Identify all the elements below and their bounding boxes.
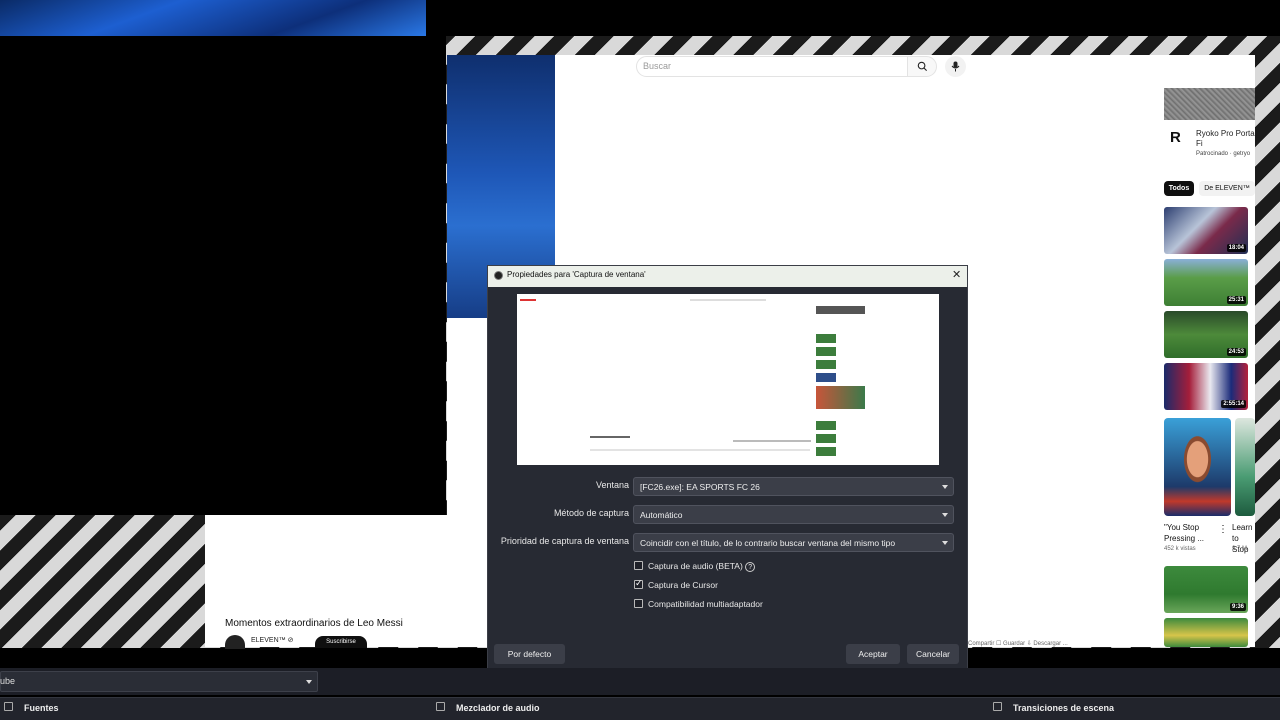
multiadapter-checkbox[interactable] bbox=[634, 599, 643, 608]
accept-button[interactable]: Aceptar bbox=[846, 644, 900, 664]
preview-thumb bbox=[816, 434, 836, 443]
chip-eleven[interactable]: De ELEVEN™ bbox=[1199, 181, 1255, 196]
window-label: Ventana bbox=[595, 480, 629, 490]
capture-method-value: Automático bbox=[640, 510, 683, 520]
short-views: 452 k vistas bbox=[1164, 546, 1196, 552]
short-thumbnail[interactable] bbox=[1235, 418, 1255, 516]
subscribe-button[interactable]: Suscribirse bbox=[315, 636, 367, 648]
capture-method-label: Método de captura bbox=[553, 508, 629, 518]
multiadapter-label: Compatibilidad multiadaptador bbox=[648, 599, 763, 609]
video-thumbnail[interactable]: 24:53 bbox=[1164, 311, 1248, 358]
close-icon[interactable]: ✕ bbox=[952, 268, 961, 281]
search-placeholder: Buscar bbox=[643, 61, 672, 71]
audio-capture-checkbox[interactable] bbox=[634, 561, 643, 570]
preview-thumb bbox=[816, 373, 836, 382]
scene-select-value: ube bbox=[0, 676, 16, 686]
video-duration: 2:55:14 bbox=[1221, 400, 1246, 408]
window-select-value: [FC26.exe]: EA SPORTS FC 26 bbox=[640, 482, 760, 492]
ad-title[interactable]: Ryoko Pro Porta Fi bbox=[1196, 129, 1256, 149]
preview-description bbox=[590, 449, 810, 451]
video-thumbnail[interactable]: 18:04 bbox=[1164, 207, 1248, 254]
audio-capture-label: Captura de audio (BETA) ? bbox=[648, 561, 756, 572]
search-button[interactable] bbox=[907, 56, 937, 77]
cancel-button[interactable]: Cancelar bbox=[907, 644, 959, 664]
capture-priority-label: Prioridad de captura de ventana bbox=[500, 536, 629, 546]
dock-float-icon[interactable] bbox=[4, 702, 13, 711]
preview-shorts bbox=[816, 386, 865, 409]
microphone-icon bbox=[951, 61, 960, 72]
video-duration: 25:31 bbox=[1226, 296, 1246, 304]
video-duration: 24:53 bbox=[1226, 348, 1246, 356]
preview-title bbox=[590, 436, 630, 438]
chevron-down-icon bbox=[942, 485, 948, 489]
capture-method-select[interactable]: Automático bbox=[633, 505, 954, 524]
video-thumbnail[interactable]: 25:31 bbox=[1164, 259, 1248, 306]
preview-thumb bbox=[816, 421, 836, 430]
preview-ad bbox=[816, 306, 865, 314]
capture-preview bbox=[517, 294, 939, 465]
short-views: 2.7 M bbox=[1232, 546, 1248, 552]
channel-name[interactable]: ELEVEN™ ⊘ bbox=[251, 636, 293, 644]
preview-actions bbox=[733, 440, 811, 442]
preview-black-window bbox=[0, 0, 446, 515]
cursor-capture-label: Captura de Cursor bbox=[648, 580, 718, 590]
capture-priority-select[interactable]: Coincidir con el título, de lo contrario… bbox=[633, 533, 954, 552]
window-select[interactable]: [FC26.exe]: EA SPORTS FC 26 bbox=[633, 477, 954, 496]
video-actions[interactable]: Compartir ☐ Guardar ⇩ Descargar ... bbox=[968, 640, 1068, 647]
video-thumbnail[interactable]: 9:36 bbox=[1164, 566, 1248, 613]
video-duration: 9:36 bbox=[1229, 603, 1246, 611]
short-title[interactable]: "You Stop Pressing ... bbox=[1164, 522, 1216, 544]
dock-title-sources: Fuentes bbox=[24, 703, 59, 713]
ad-sponsored-label: Patrocinado · getryo bbox=[1196, 151, 1251, 157]
search-icon bbox=[917, 61, 927, 72]
preview-thumb bbox=[816, 334, 836, 343]
dock-float-icon[interactable] bbox=[436, 702, 445, 711]
dock-title-scene-transitions: Transiciones de escena bbox=[1013, 703, 1115, 713]
channel-avatar[interactable] bbox=[225, 635, 245, 649]
obs-logo-icon bbox=[494, 271, 503, 280]
video-duration: 18:04 bbox=[1226, 244, 1246, 252]
defaults-button[interactable]: Por defecto bbox=[494, 644, 565, 664]
search-input[interactable] bbox=[636, 56, 908, 77]
dock-title-audio-mixer: Mezclador de audio bbox=[456, 703, 540, 713]
preview-top-image bbox=[0, 0, 426, 36]
video-thumbnail[interactable] bbox=[1164, 618, 1248, 647]
help-icon[interactable]: ? bbox=[745, 562, 756, 572]
ad-logo: R bbox=[1170, 129, 1181, 146]
preview-thumb bbox=[816, 347, 836, 356]
preview-thumb bbox=[816, 360, 836, 369]
preview-logo bbox=[520, 299, 536, 301]
cursor-capture-checkbox[interactable] bbox=[634, 578, 643, 589]
preview-searchbar bbox=[690, 299, 766, 301]
preview-thumb bbox=[816, 447, 836, 456]
short-thumbnail[interactable] bbox=[1164, 418, 1231, 516]
chevron-down-icon bbox=[306, 680, 312, 684]
video-title[interactable]: Momentos extraordinarios de Leo Messi bbox=[225, 618, 403, 629]
scene-select[interactable] bbox=[0, 671, 318, 692]
voice-search-button[interactable] bbox=[945, 56, 966, 77]
video-thumbnail[interactable]: 2:55:14 bbox=[1164, 363, 1248, 410]
ad-image[interactable] bbox=[1164, 88, 1255, 120]
capture-priority-value: Coincidir con el título, de lo contrario… bbox=[640, 538, 896, 548]
dialog-title: Propiedades para 'Captura de ventana' bbox=[507, 270, 646, 279]
chevron-down-icon bbox=[942, 541, 948, 545]
dock-float-icon[interactable] bbox=[993, 702, 1002, 711]
chip-all[interactable]: Todos bbox=[1164, 181, 1194, 196]
chevron-down-icon bbox=[942, 513, 948, 517]
more-options-icon[interactable]: ⋮ bbox=[1218, 524, 1228, 535]
